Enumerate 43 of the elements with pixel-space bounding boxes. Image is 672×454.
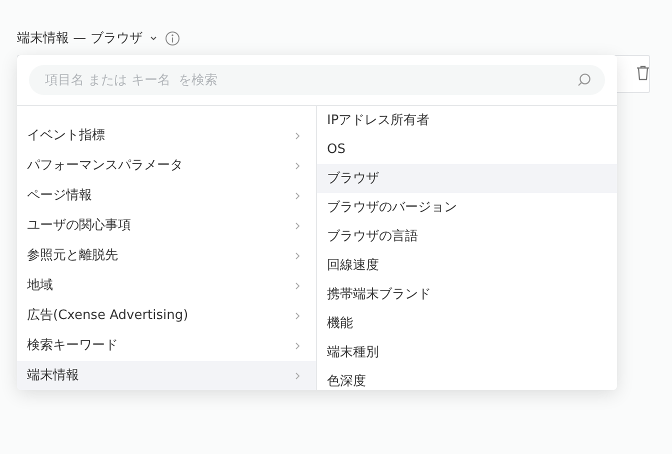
category-item[interactable]: 検索キーワード bbox=[17, 331, 316, 361]
category-item[interactable]: 地域 bbox=[17, 271, 316, 301]
category-item[interactable]: ユーザの関心事項 bbox=[17, 211, 316, 241]
trash-icon[interactable] bbox=[636, 65, 650, 81]
category-label: 参照元と離脱先 bbox=[27, 247, 118, 266]
chevron-right-icon bbox=[295, 342, 300, 350]
field-item[interactable]: OS bbox=[317, 135, 617, 164]
category-label: 検索キーワード bbox=[27, 337, 118, 356]
category-item[interactable]: ページ情報 bbox=[17, 181, 316, 211]
category-label: ユーザの関心事項 bbox=[27, 217, 131, 236]
category-item[interactable]: パフォーマンスパラメータ bbox=[17, 151, 316, 181]
field-item[interactable]: ブラウザのバージョン bbox=[317, 193, 617, 222]
field-item[interactable]: ブラウザの言語 bbox=[317, 222, 617, 251]
category-label: 広告(Cxense Advertising) bbox=[27, 307, 188, 326]
category-item[interactable]: 広告(Cxense Advertising) bbox=[17, 301, 316, 331]
chevron-right-icon bbox=[295, 252, 300, 260]
category-item[interactable]: イベント指標 bbox=[17, 121, 316, 151]
category-label: 端末情報 bbox=[27, 367, 79, 386]
caret-icon[interactable] bbox=[150, 36, 158, 41]
category-label: 地域 bbox=[27, 277, 53, 296]
category-item[interactable]: 端末情報 bbox=[17, 361, 316, 390]
search-icon[interactable] bbox=[577, 73, 591, 87]
chevron-right-icon bbox=[295, 222, 300, 230]
field-item[interactable]: 携帯端末ブランド bbox=[317, 280, 617, 309]
search-field[interactable]: 項目名 または キー名 を検索 bbox=[29, 65, 605, 95]
field-item[interactable]: 端末種別 bbox=[317, 338, 617, 367]
chevron-right-icon bbox=[295, 162, 300, 170]
chevron-right-icon bbox=[295, 192, 300, 200]
field-item[interactable]: 機能 bbox=[317, 309, 617, 338]
chevron-right-icon bbox=[295, 372, 300, 380]
category-label: ページ情報 bbox=[27, 187, 92, 206]
category-item[interactable]: 参照元と離脱先 bbox=[17, 241, 316, 271]
info-icon[interactable] bbox=[165, 31, 180, 46]
chevron-right-icon bbox=[295, 312, 300, 320]
category-label: イベント指標 bbox=[27, 127, 105, 146]
field-item[interactable]: ブラウザ bbox=[317, 164, 617, 193]
chevron-right-icon bbox=[295, 282, 300, 290]
chevron-right-icon bbox=[295, 132, 300, 140]
field-item[interactable]: 色深度 bbox=[317, 367, 617, 390]
field-item[interactable]: 回線速度 bbox=[317, 251, 617, 280]
breadcrumb-title[interactable]: 端末情報 — ブラウザ bbox=[17, 28, 142, 48]
field-item[interactable]: IPアドレス所有者 bbox=[317, 106, 617, 135]
category-label: パフォーマンスパラメータ bbox=[27, 157, 183, 176]
